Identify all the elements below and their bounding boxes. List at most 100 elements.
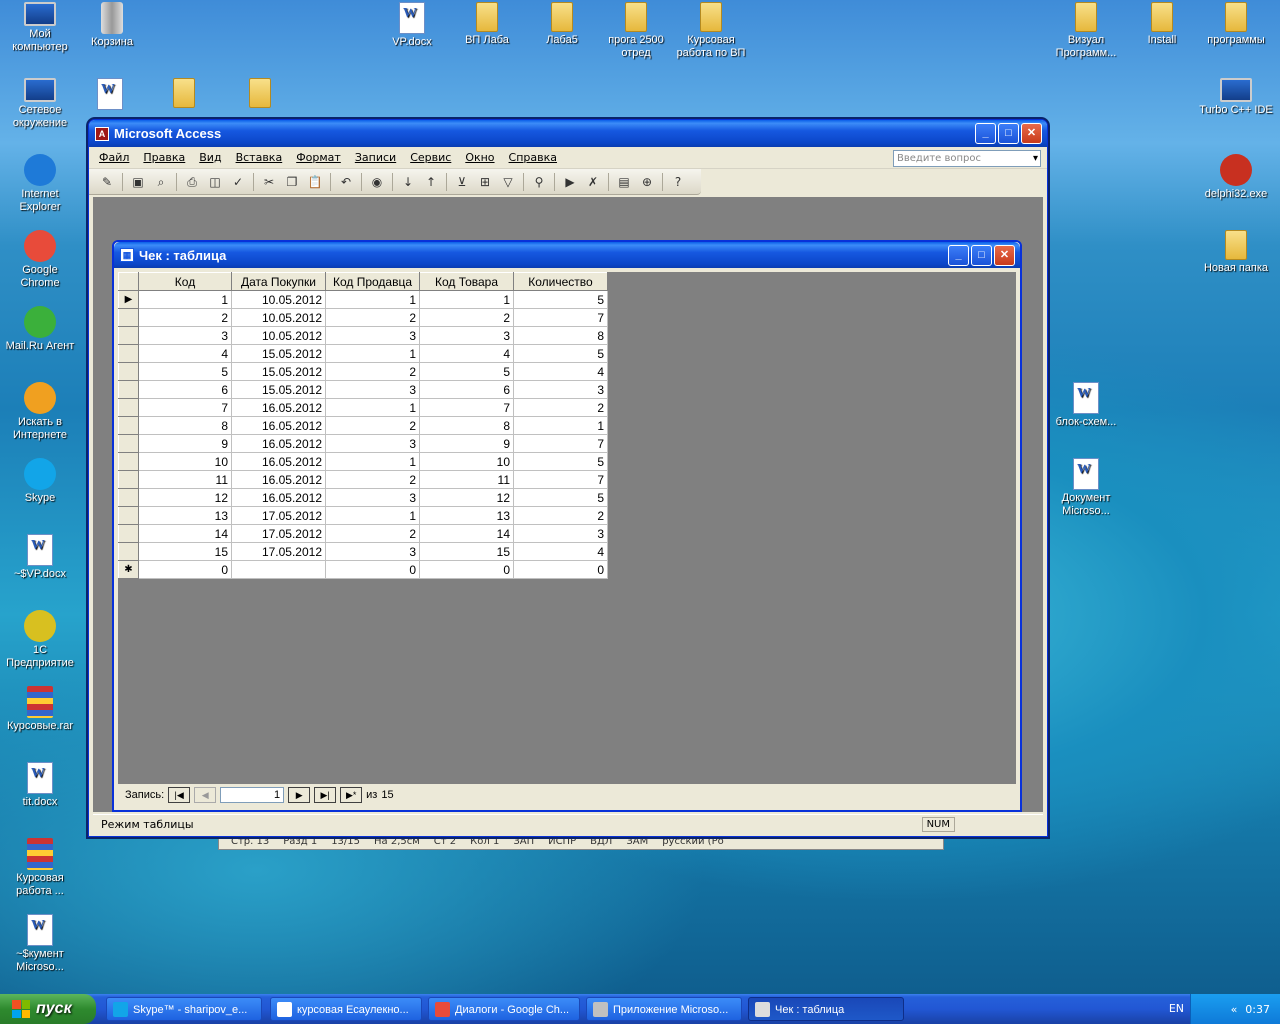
menu-item[interactable]: Правка <box>143 151 185 164</box>
first-record-button[interactable]: |◀ <box>168 787 191 803</box>
table-cell[interactable]: 14 <box>419 524 514 543</box>
table-cell[interactable]: 7 <box>513 470 608 489</box>
filter-by-selection-icon[interactable]: ⊻ <box>452 173 472 191</box>
table-cell[interactable]: 10.05.2012 <box>231 290 326 309</box>
desktop-icon[interactable]: Turbo C++ IDE <box>1198 78 1274 117</box>
table-cell[interactable]: 8 <box>513 326 608 345</box>
table-cell[interactable]: 4 <box>138 344 232 363</box>
sort-ascending-icon[interactable]: ↓ <box>398 173 418 191</box>
table-cell[interactable]: 5 <box>419 362 514 381</box>
table-cell[interactable]: 7 <box>419 398 514 417</box>
table-cell[interactable]: 2 <box>513 398 608 417</box>
language-indicator[interactable]: EN <box>1169 1002 1184 1015</box>
desktop-icon[interactable]: Mail.Ru Агент <box>2 306 78 353</box>
column-header[interactable]: Количество <box>513 272 608 291</box>
table-cell[interactable]: 3 <box>513 524 608 543</box>
desktop-icon[interactable]: VP.docx <box>374 2 450 49</box>
table-cell[interactable]: 16.05.2012 <box>231 434 326 453</box>
table-cell[interactable]: 4 <box>513 542 608 561</box>
desktop-icon[interactable]: ВП Лаба <box>449 2 525 47</box>
table-cell[interactable]: 8 <box>138 416 232 435</box>
table-cell[interactable]: 1 <box>513 416 608 435</box>
print-preview-icon[interactable]: ◫ <box>205 173 225 191</box>
row-selector[interactable] <box>118 398 139 417</box>
table-cell[interactable]: 3 <box>325 326 420 345</box>
menu-item[interactable]: Записи <box>355 151 396 164</box>
print-icon[interactable]: ⎙ <box>182 173 202 191</box>
table-cell[interactable]: 2 <box>513 506 608 525</box>
table-cell[interactable]: 1 <box>419 290 514 309</box>
table-cell[interactable]: 16.05.2012 <box>231 488 326 507</box>
tray-arrow-icon[interactable]: « <box>1231 1003 1238 1016</box>
table-cell[interactable]: 0 <box>138 560 232 579</box>
table-cell[interactable]: 2 <box>325 470 420 489</box>
table-cell[interactable]: 7 <box>513 434 608 453</box>
row-selector[interactable] <box>118 524 139 543</box>
paste-icon[interactable]: 📋 <box>305 173 325 191</box>
desktop-icon[interactable]: программы <box>1198 2 1274 47</box>
table-row[interactable]: 14 17.05.2012 2 14 3 <box>118 524 608 543</box>
ask-question-box[interactable]: Введите вопрос <box>893 150 1041 167</box>
last-record-button[interactable]: ▶| <box>314 787 337 803</box>
table-row[interactable]: 9 16.05.2012 3 9 7 <box>118 434 608 453</box>
help-icon[interactable]: ? <box>668 173 688 191</box>
table-cell[interactable]: 10 <box>419 452 514 471</box>
menu-item[interactable]: Сервис <box>410 151 451 164</box>
table-row[interactable]: 4 15.05.2012 1 4 5 <box>118 344 608 363</box>
table-cell[interactable]: 2 <box>419 308 514 327</box>
menu-item[interactable]: Файл <box>99 151 129 164</box>
next-record-button[interactable]: ▶ <box>288 787 311 803</box>
table-cell[interactable]: 1 <box>325 452 420 471</box>
spelling-icon[interactable]: ✓ <box>228 173 248 191</box>
table-cell[interactable]: 4 <box>513 362 608 381</box>
start-button[interactable]: пуск <box>0 994 96 1024</box>
row-selector[interactable] <box>118 488 139 507</box>
filter-by-form-icon[interactable]: ⊞ <box>475 173 495 191</box>
menu-item[interactable]: Формат <box>296 151 341 164</box>
desktop-icon[interactable]: Курсовые.rar <box>2 686 78 733</box>
desktop-icon[interactable]: Корзина <box>74 2 150 49</box>
desktop-icon[interactable]: Сетевое окружение <box>2 78 78 130</box>
desktop-icon[interactable]: Google Chrome <box>2 230 78 290</box>
maximize-button[interactable]: □ <box>998 123 1019 144</box>
table-cell[interactable]: 1 <box>325 290 420 309</box>
desktop-icon[interactable]: Лаба5 <box>524 2 600 47</box>
column-header[interactable]: Дата Покупки <box>231 272 326 291</box>
row-selector[interactable] <box>118 308 139 327</box>
table-cell[interactable]: 3 <box>419 326 514 345</box>
table-cell[interactable]: 1 <box>325 506 420 525</box>
row-selector[interactable] <box>118 416 139 435</box>
table-cell[interactable]: 12 <box>419 488 514 507</box>
table-cell[interactable]: 5 <box>513 488 608 507</box>
taskbar-button[interactable]: Чек : таблица <box>748 997 904 1021</box>
prev-record-button[interactable]: ◀ <box>194 787 217 803</box>
table-close-button[interactable]: ✕ <box>994 245 1015 266</box>
table-cell[interactable]: 3 <box>513 380 608 399</box>
table-cell[interactable]: 7 <box>138 398 232 417</box>
table-cell[interactable]: 10.05.2012 <box>231 326 326 345</box>
table-cell[interactable]: 3 <box>138 326 232 345</box>
table-cell[interactable]: 3 <box>325 542 420 561</box>
table-cell[interactable]: 5 <box>513 344 608 363</box>
row-selector[interactable] <box>118 542 139 561</box>
menu-item[interactable]: Окно <box>465 151 494 164</box>
table-cell[interactable]: 11 <box>419 470 514 489</box>
table-cell[interactable]: 16.05.2012 <box>231 398 326 417</box>
table-cell[interactable]: 2 <box>325 524 420 543</box>
current-record-icon[interactable]: ▶ <box>118 290 139 309</box>
desktop-icon[interactable]: delphi32.exe <box>1198 154 1274 201</box>
table-cell[interactable]: 7 <box>513 308 608 327</box>
menu-item[interactable]: Справка <box>509 151 557 164</box>
row-selector[interactable] <box>118 434 139 453</box>
table-cell[interactable]: 0 <box>325 560 420 579</box>
column-header[interactable]: Код <box>138 272 232 291</box>
design-view-icon[interactable]: ✎ <box>97 173 117 191</box>
table-cell[interactable]: 13 <box>419 506 514 525</box>
table-row[interactable]: 15 17.05.2012 3 15 4 <box>118 542 608 561</box>
table-cell[interactable]: 3 <box>325 434 420 453</box>
table-cell[interactable]: 17.05.2012 <box>231 542 326 561</box>
table-cell[interactable]: 16.05.2012 <box>231 470 326 489</box>
new-record-row[interactable]: ✱ 0 0 0 0 <box>118 560 608 579</box>
desktop-icon[interactable]: tit.docx <box>2 762 78 809</box>
menu-item[interactable]: Вставка <box>236 151 283 164</box>
